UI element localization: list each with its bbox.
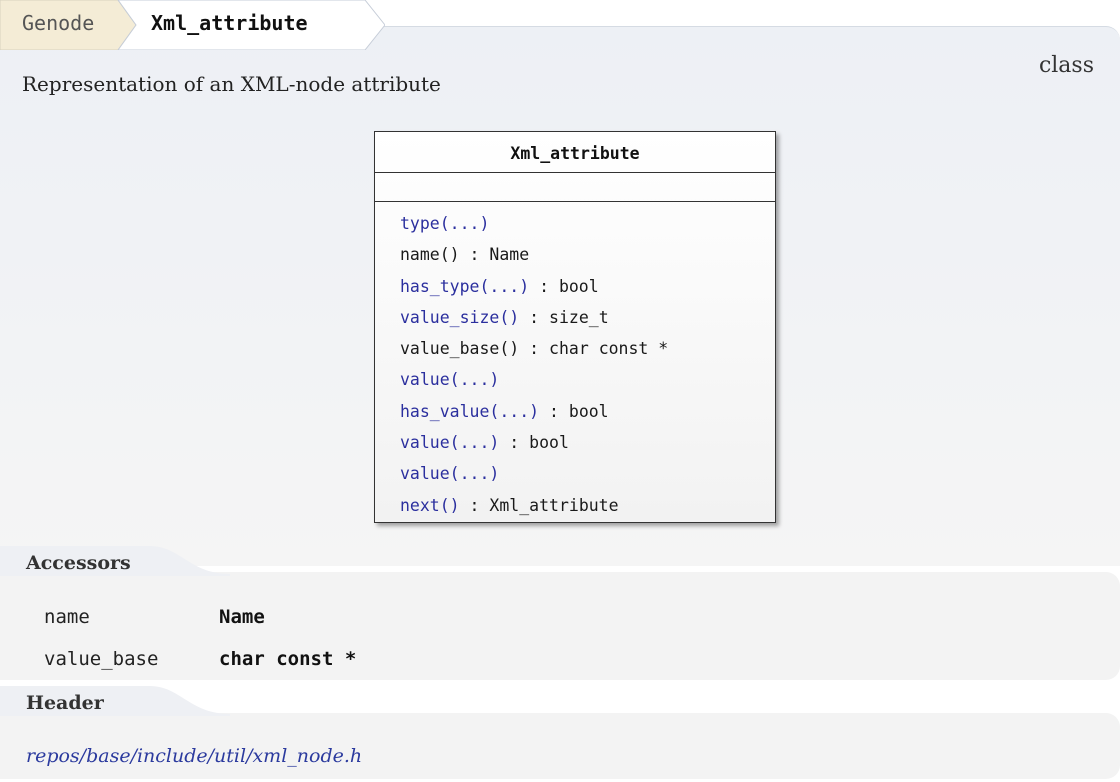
uml-method-row: type(...)	[400, 208, 775, 239]
breadcrumb-current: Xml_attribute	[151, 11, 308, 35]
breadcrumb-parent[interactable]: Genode	[22, 11, 94, 35]
uml-method-row: has_type(...) : bool	[400, 271, 775, 302]
header-file-link[interactable]: repos/base/include/util/xml_node.h	[26, 745, 362, 767]
uml-method-return: : char const *	[519, 339, 669, 359]
uml-method-name[interactable]: type(...)	[400, 214, 489, 233]
accessor-name: name	[44, 606, 90, 628]
class-description: Representation of an XML-node attribute	[22, 72, 441, 96]
uml-method-name[interactable]: value(...)	[400, 370, 499, 389]
uml-method-row: has_value(...) : bool	[400, 396, 775, 427]
uml-method-name: name()	[400, 245, 460, 265]
uml-method-name[interactable]: value_size()	[400, 308, 519, 327]
uml-class-box: Xml_attribute type(...) name() : Name has_…	[374, 131, 776, 523]
accessor-type: char const *	[219, 648, 357, 670]
uml-method-name[interactable]: next()	[400, 496, 460, 515]
accessor-row: name Name	[44, 606, 265, 628]
uml-method-return: : bool	[529, 276, 599, 296]
class-kind: class	[1038, 53, 1094, 78]
class-doc-page: Representation of an XML-node attribute …	[0, 0, 1120, 782]
uml-method-row: value(...)	[400, 364, 775, 395]
uml-method-row: value(...) : bool	[400, 427, 775, 458]
uml-method-name[interactable]: value(...)	[400, 464, 499, 483]
uml-method-return: : bool	[539, 401, 609, 421]
accessor-name: value_base	[44, 648, 159, 670]
uml-method-return: : Xml_attribute	[459, 495, 619, 515]
uml-method-name[interactable]: value(...)	[400, 433, 499, 452]
uml-method-return: : bool	[499, 433, 569, 453]
uml-method-return: : Name	[459, 245, 530, 265]
uml-method-row: name() : Name	[400, 239, 775, 270]
accessor-row: value_base char const *	[44, 648, 356, 670]
uml-method-name[interactable]: has_value(...)	[400, 402, 539, 421]
uml-method-return: : size_t	[519, 307, 609, 327]
uml-methods: type(...) name() : Name has_type(...) : bo…	[375, 202, 775, 521]
uml-method-row: value(...)	[400, 458, 775, 489]
uml-method-name[interactable]: has_type(...)	[400, 277, 529, 296]
uml-class-title: Xml_attribute	[375, 132, 775, 173]
uml-method-name: value_base()	[400, 339, 520, 359]
header-heading: Header	[26, 692, 104, 714]
uml-method-row: value_base() : char const *	[400, 333, 775, 364]
accessor-type: Name	[219, 606, 265, 628]
uml-method-row: value_size() : size_t	[400, 302, 775, 333]
uml-attributes	[375, 173, 775, 202]
accessors-heading: Accessors	[26, 552, 131, 574]
uml-method-row: next() : Xml_attribute	[400, 490, 775, 521]
class-panel: Representation of an XML-node attribute …	[0, 26, 1120, 566]
